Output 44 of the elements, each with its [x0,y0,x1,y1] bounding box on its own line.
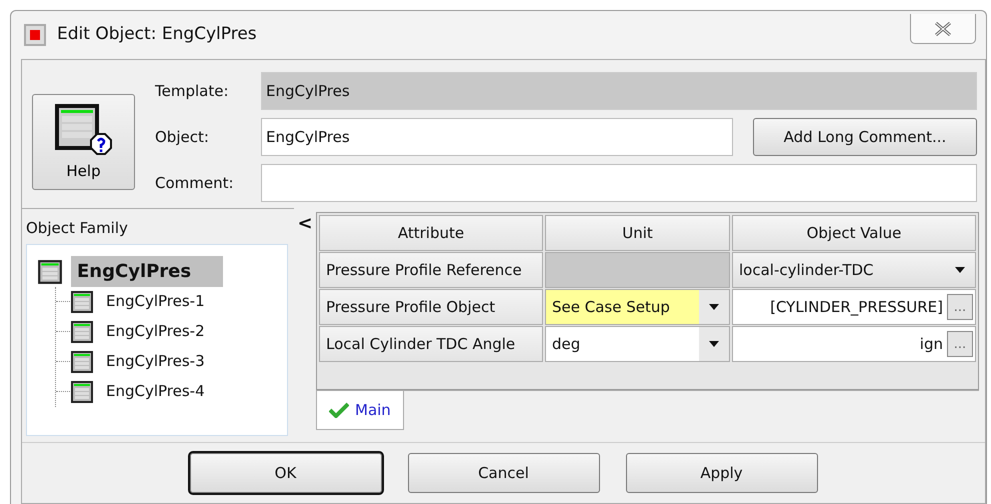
collapse-toggle[interactable]: < [294,208,316,442]
column-header: Object Value [732,215,976,251]
close-button[interactable] [910,14,976,44]
dialog-button[interactable]: Cancel [408,453,600,493]
check-icon [329,402,349,418]
text-field[interactable]: EngCylPres [261,118,733,156]
text-field[interactable] [261,164,977,202]
object-icon [70,350,94,374]
value-field[interactable]: ign ... [732,326,976,362]
browse-button[interactable]: ... [947,331,973,357]
tree-item[interactable]: EngCylPres-4 [100,378,211,405]
value-field[interactable]: [CYLINDER_PRESSURE] ... [732,289,976,325]
tree-item[interactable]: EngCylPres-1 [100,288,211,315]
help-button[interactable]: Help [32,94,135,190]
column-header: Attribute [319,215,543,251]
tab[interactable]: Main [316,391,404,430]
tree-item[interactable]: EngCylPres-3 [100,348,211,375]
object-icon [70,380,94,404]
field-label: Object: [155,126,210,148]
app-icon [23,23,47,47]
attribute-cell: Pressure Profile Reference [319,252,543,288]
attribute-cell: Pressure Profile Object [319,289,543,325]
dialog-button[interactable]: Apply [626,453,818,493]
object-icon [70,320,94,344]
panel-title: Object Family [26,218,129,239]
browse-button[interactable]: ... [947,294,973,320]
unit-dropdown[interactable]: See Case Setup [545,289,730,325]
object-icon [37,258,63,284]
field-label: Template: [155,80,230,102]
window-title: Edit Object: EngCylPres [57,23,257,46]
object-icon [70,290,94,314]
dropdown-arrow-icon [709,304,719,310]
column-header: Unit [545,215,730,251]
close-icon [934,22,952,36]
field-label: Comment: [155,172,235,194]
dialog-button[interactable]: OK [190,453,382,493]
tree-item[interactable]: EngCylPres [71,256,223,287]
unit-dropdown[interactable]: deg [545,326,730,362]
add-comment-button[interactable]: Add Long Comment... [753,118,977,156]
dropdown-arrow-icon [955,267,965,273]
tree-item[interactable]: EngCylPres-2 [100,318,211,345]
dropdown-arrow-icon [709,341,719,347]
attribute-cell: Local Cylinder TDC Angle [319,326,543,362]
value-dropdown[interactable]: local-cylinder-TDC [732,252,976,288]
